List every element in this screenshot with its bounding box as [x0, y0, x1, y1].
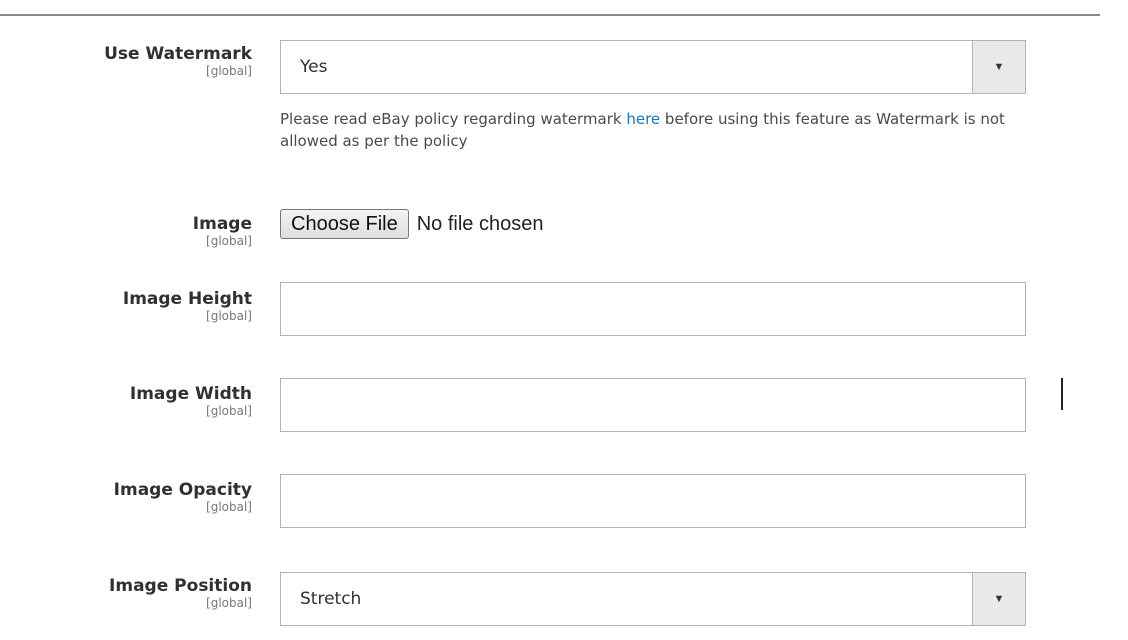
- note-text-before: Please read eBay policy regarding waterm…: [280, 110, 627, 128]
- chevron-down-icon: ▼: [993, 61, 1005, 73]
- image-file-input[interactable]: Choose File No file chosen: [280, 208, 543, 240]
- image-position-dropdown-button[interactable]: ▼: [972, 573, 1025, 625]
- image-width-label: Image Width: [129, 384, 252, 404]
- image-opacity-input[interactable]: [280, 474, 1026, 528]
- policy-link[interactable]: here: [626, 110, 660, 128]
- image-label: Image: [192, 214, 252, 234]
- image-height-scope: [global]: [206, 309, 252, 323]
- image-scope: [global]: [206, 234, 252, 248]
- image-height-label-group: Image Height [global]: [123, 289, 252, 323]
- top-divider: [0, 0, 1100, 16]
- image-width-input[interactable]: [280, 378, 1026, 432]
- image-height-label: Image Height: [122, 289, 252, 309]
- choose-file-button[interactable]: Choose File: [280, 209, 409, 239]
- use-watermark-value: Yes: [300, 57, 328, 77]
- image-position-select[interactable]: Stretch ▼: [280, 572, 1026, 626]
- text-cursor: [1061, 378, 1063, 410]
- use-watermark-select[interactable]: Yes ▼: [280, 40, 1026, 94]
- watermark-policy-note: Please read eBay policy regarding waterm…: [280, 108, 1040, 152]
- image-width-label-group: Image Width [global]: [130, 384, 252, 418]
- use-watermark-label: Use Watermark: [104, 44, 252, 64]
- image-height-input[interactable]: [280, 282, 1026, 336]
- use-watermark-dropdown-button[interactable]: ▼: [972, 41, 1025, 93]
- chevron-down-icon: ▼: [993, 593, 1005, 605]
- image-width-scope: [global]: [206, 404, 252, 418]
- image-position-label-group: Image Position [global]: [109, 576, 252, 610]
- image-opacity-label: Image Opacity: [113, 480, 252, 500]
- use-watermark-scope: [global]: [206, 64, 252, 78]
- image-opacity-label-group: Image Opacity [global]: [114, 480, 252, 514]
- image-opacity-scope: [global]: [206, 500, 252, 514]
- image-label-group: Image [global]: [193, 214, 252, 248]
- image-position-value: Stretch: [300, 589, 362, 609]
- image-position-scope: [global]: [206, 596, 252, 610]
- image-position-label: Image Position: [109, 576, 252, 596]
- use-watermark-label-group: Use Watermark [global]: [104, 44, 252, 78]
- file-status-text: No file chosen: [416, 212, 544, 235]
